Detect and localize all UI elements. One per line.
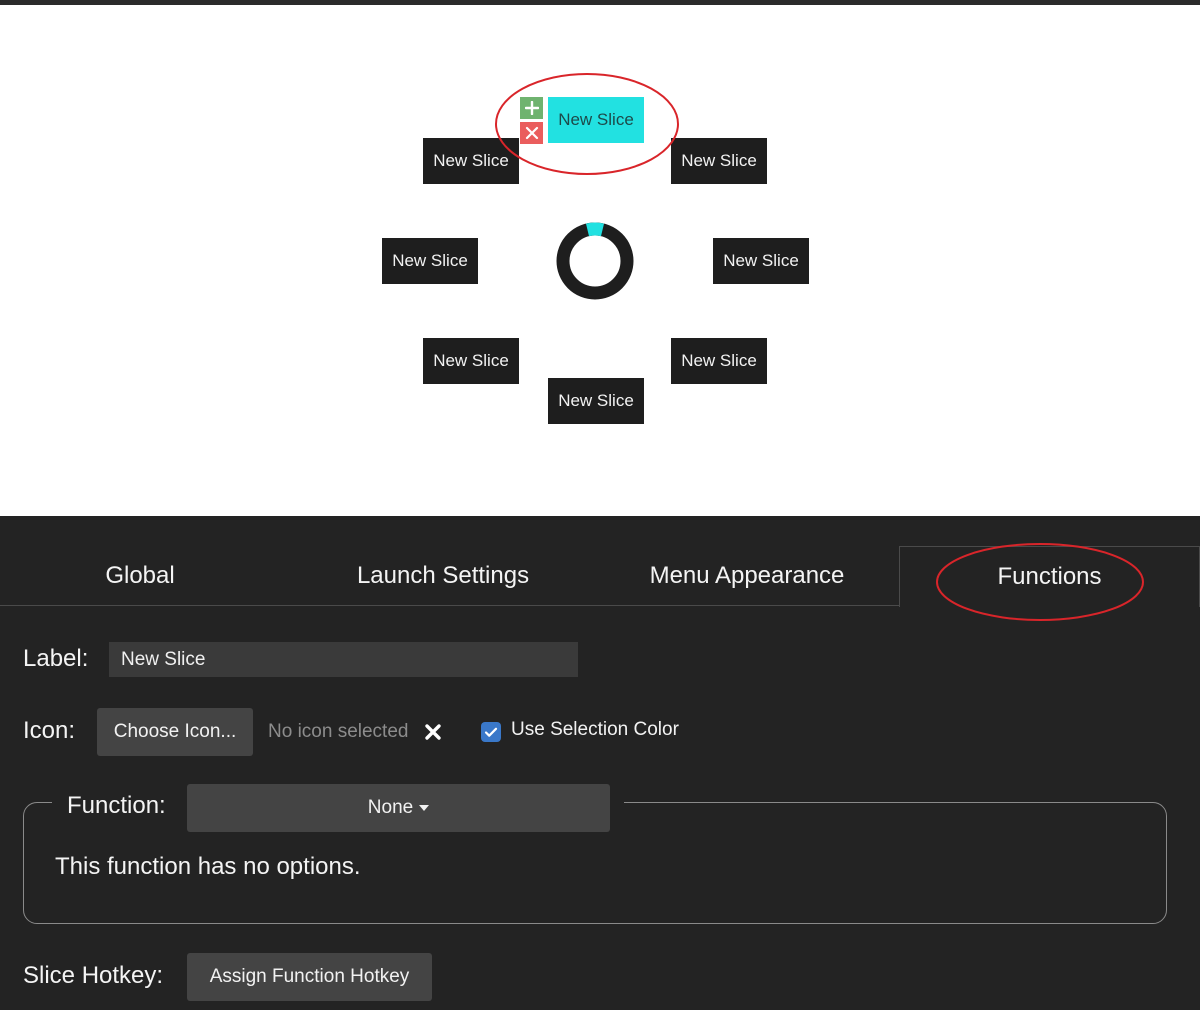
tab-global[interactable]: Global bbox=[0, 546, 290, 606]
pie-center-ring bbox=[556, 222, 634, 300]
check-icon bbox=[484, 727, 498, 737]
label-input[interactable] bbox=[109, 642, 578, 677]
function-options-note: This function has no options. bbox=[55, 853, 361, 880]
slice-hotkey-caption: Slice Hotkey: bbox=[23, 962, 164, 989]
use-selection-color-label[interactable]: Use Selection Color bbox=[511, 719, 679, 741]
slice-tools bbox=[520, 97, 543, 145]
assign-function-hotkey-button[interactable]: Assign Function Hotkey bbox=[187, 953, 432, 1001]
pie-slice-left[interactable]: New Slice bbox=[382, 238, 478, 284]
tab-launch-settings[interactable]: Launch Settings bbox=[293, 546, 593, 606]
close-icon[interactable] bbox=[520, 122, 543, 144]
function-dropdown-value: None bbox=[367, 797, 414, 818]
pie-slice-right[interactable]: New Slice bbox=[713, 238, 809, 284]
function-caption: Function: bbox=[67, 792, 166, 819]
pie-slice-bottom-left[interactable]: New Slice bbox=[423, 338, 519, 384]
settings-panel: Global Launch Settings Menu Appearance F… bbox=[0, 516, 1200, 1010]
pie-menu-preview: New Slice New Slice New Slice New Slice … bbox=[0, 5, 1200, 516]
use-selection-color-checkbox[interactable] bbox=[481, 722, 501, 742]
tab-functions[interactable]: Functions bbox=[899, 546, 1200, 607]
plus-icon[interactable] bbox=[520, 97, 543, 119]
pie-slice-bottom[interactable]: New Slice bbox=[548, 378, 644, 424]
function-dropdown[interactable]: None bbox=[187, 784, 610, 832]
pie-slice-bottom-right[interactable]: New Slice bbox=[671, 338, 767, 384]
choose-icon-button[interactable]: Choose Icon... bbox=[97, 708, 253, 756]
pie-slice-top-right[interactable]: New Slice bbox=[671, 138, 767, 184]
chevron-down-icon bbox=[419, 805, 430, 811]
tab-menu-appearance[interactable]: Menu Appearance bbox=[597, 546, 897, 606]
icon-caption: Icon: bbox=[23, 717, 76, 744]
pie-slice-top[interactable]: New Slice bbox=[548, 97, 644, 143]
clear-icon[interactable] bbox=[424, 723, 442, 741]
no-icon-text: No icon selected bbox=[268, 721, 409, 742]
pie-slice-top-left[interactable]: New Slice bbox=[423, 138, 519, 184]
label-caption: Label: bbox=[23, 645, 89, 672]
